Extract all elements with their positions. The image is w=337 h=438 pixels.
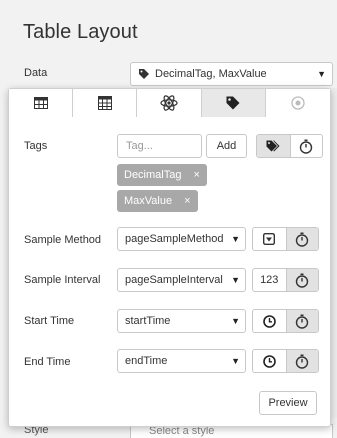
atom-icon [160,95,178,111]
data-popup-panel: Tags Tag... Add DecimalTag × MaxValue × … [8,88,331,427]
clock-mode-button[interactable] [253,310,286,332]
tags-icon [266,140,280,152]
numeric-mode-button[interactable]: 123 [253,269,286,291]
start-time-label: Start Time [24,315,75,327]
end-time-toggle [252,349,319,373]
tag-chip-label: MaxValue [124,195,173,207]
end-time-value: endTime [125,355,168,367]
timer-mode-button[interactable] [285,228,318,250]
tags-label: Tags [24,140,48,152]
table-icon [33,97,48,109]
clock-icon [262,314,276,328]
tag-chip-decimaltag: DecimalTag × [117,164,207,186]
tag-chip-label: DecimalTag [124,169,182,181]
clock-icon [262,354,276,368]
tag-chip-maxvalue: MaxValue × [117,190,198,212]
sample-interval-toggle: 123 [252,268,319,292]
end-time-label: End Time [24,356,71,368]
sample-interval-label: Sample Interval [24,274,101,286]
page-title: Table Layout [23,21,138,43]
tag-input[interactable]: Tag... [117,134,202,158]
tab-bar [9,89,330,117]
below-panel-row: Style Select a style [0,424,337,438]
stopwatch-icon [296,354,309,369]
tab-target[interactable] [265,89,330,117]
remove-tag-icon[interactable]: × [193,169,199,181]
stopwatch-icon [296,273,309,288]
sample-method-select[interactable]: pageSampleMethod ▼ [117,227,246,251]
timer-mode-button[interactable] [285,310,318,332]
timer-mode-button[interactable] [285,269,318,291]
chevron-down-icon: ▼ [229,356,240,366]
add-tag-button[interactable]: Add [206,134,247,158]
sample-interval-select[interactable]: pageSampleInterval ▼ [117,268,246,292]
sample-method-value: pageSampleMethod [125,233,224,245]
data-select-value: DecimalTag, MaxValue [155,68,267,80]
calculator-icon [97,96,112,110]
timer-mode-button[interactable] [289,135,323,157]
sample-method-label: Sample Method [24,234,102,246]
background-strip [331,88,337,418]
data-select[interactable]: DecimalTag, MaxValue ▼ [130,62,333,86]
stopwatch-icon [300,139,313,154]
data-label: Data [24,67,48,79]
sample-method-toggle [252,227,319,251]
start-time-select[interactable]: startTime ▼ [117,309,246,333]
tag-mode-button[interactable] [257,135,290,157]
chevron-down-icon: ▼ [229,316,240,326]
stopwatch-icon [296,232,309,247]
start-time-value: startTime [125,315,171,327]
circle-target-icon [291,96,305,110]
chevron-down-icon: ▼ [229,275,240,285]
chevron-down-icon: ▼ [229,234,240,244]
sample-interval-value: pageSampleInterval [125,274,223,286]
stopwatch-icon [296,314,309,329]
tab-atom[interactable] [137,89,202,117]
timer-mode-button[interactable] [285,350,318,372]
remove-tag-icon[interactable]: × [184,195,190,207]
tags-mode-toggle [256,134,323,158]
tag-icon [226,96,240,110]
start-time-toggle [252,309,319,333]
preview-button[interactable]: Preview [259,391,317,415]
dropdown-mode-button[interactable] [253,228,286,250]
dropdown-box-icon [263,233,276,245]
tab-table[interactable] [9,89,74,117]
chevron-down-icon: ▼ [317,69,326,79]
clock-mode-button[interactable] [253,350,286,372]
tab-calculator[interactable] [73,89,138,117]
tab-tags[interactable] [201,89,266,117]
tag-icon [139,69,149,79]
end-time-select[interactable]: endTime ▼ [117,349,246,373]
